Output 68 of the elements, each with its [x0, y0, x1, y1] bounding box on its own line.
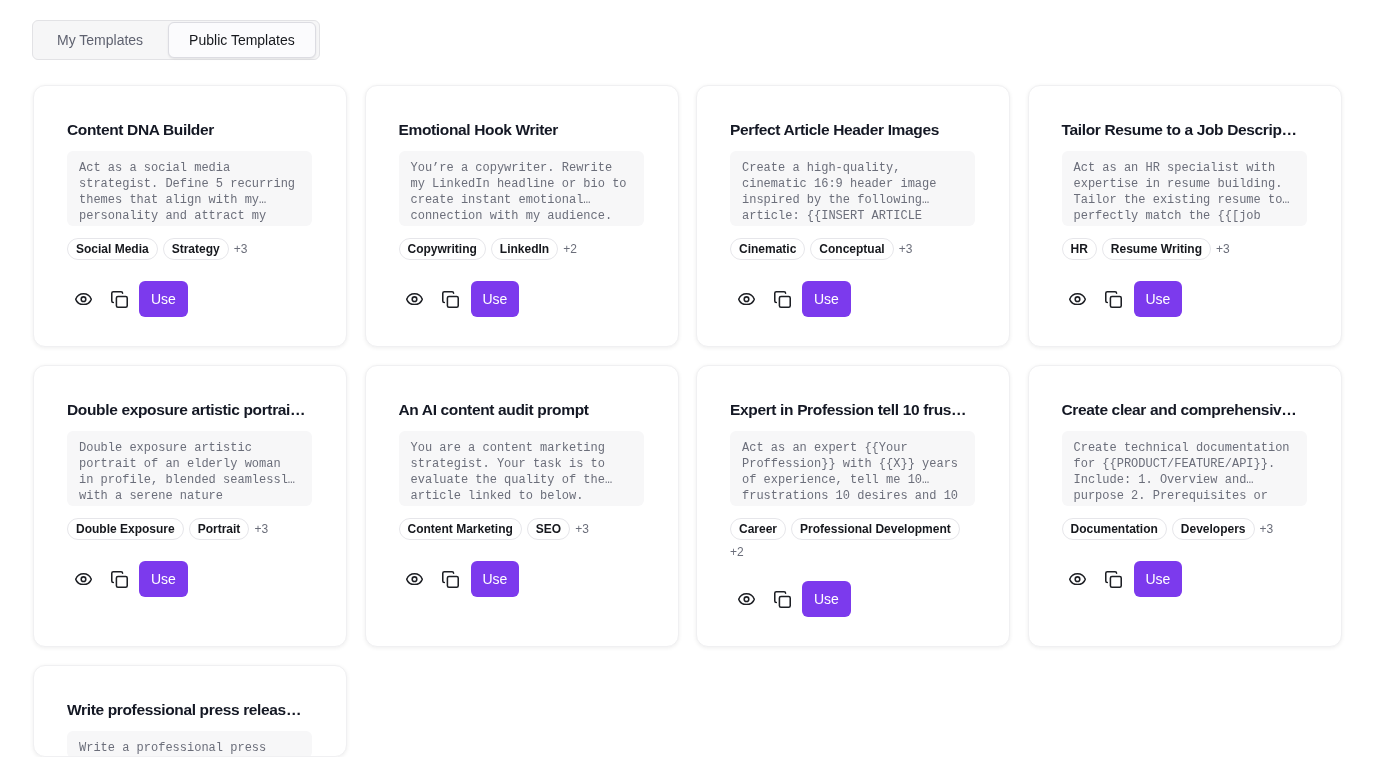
- prompt-preview: Create a high-quality, cinematic 16:9 header image inspired by the following… article: {{INSERT ARTICLE: [730, 151, 975, 226]
- use-button[interactable]: Use: [802, 581, 851, 617]
- card-title: Tailor Resume to a Job Descrip…: [1061, 120, 1297, 140]
- tag-chip: Conceptual: [810, 238, 894, 260]
- use-button[interactable]: Use: [139, 561, 188, 597]
- tag-chip: Resume Writing: [1101, 238, 1211, 260]
- card-title: Create clear and comprehensiv…: [1061, 400, 1297, 420]
- eye-icon: [406, 572, 423, 586]
- tab-button[interactable]: Public Templates: [168, 22, 316, 58]
- prompt-preview: Act as an HR specialist with expertise in resume building. Tailor the existing resume to… perfectly match the {{[job: [1061, 151, 1307, 226]
- tag-chip: Career: [730, 518, 787, 540]
- tag-chip: Developers: [1171, 518, 1255, 540]
- tag-chip: SEO: [526, 518, 571, 540]
- tag-chip: Professional Development: [791, 518, 960, 540]
- use-button[interactable]: Use: [139, 281, 188, 317]
- prompt-preview: Act as an expert {{Your Proffession}} with {{X}} years of experience, tell me 10… frustrations 10 desires and 10: [730, 431, 975, 506]
- prompt-preview: You are a content marketing strategist. Your task is to evaluate the quality of the… article linked to below.: [398, 431, 644, 506]
- tag-chip: Content Marketing: [398, 518, 522, 540]
- eye-icon: [74, 292, 92, 306]
- card-title: Emotional Hook Writer: [398, 120, 558, 140]
- use-button[interactable]: Use: [470, 281, 520, 317]
- more-tags-count: +3: [898, 241, 913, 257]
- eye-icon: [1069, 572, 1086, 586]
- more-tags-count: +3: [233, 241, 248, 257]
- card-title: Perfect Article Header Images: [730, 120, 939, 140]
- card-title: Content DNA Builder: [67, 120, 214, 140]
- eye-icon: [74, 572, 92, 586]
- use-button[interactable]: Use: [470, 561, 520, 597]
- tag-chip: Social Media: [67, 238, 158, 260]
- more-tags-count: +2: [730, 544, 744, 560]
- copy-icon: [773, 290, 791, 308]
- tag-chip: Copywriting: [398, 238, 486, 260]
- eye-icon: [406, 292, 423, 306]
- tag-chip: Strategy: [162, 238, 229, 260]
- copy-icon: [110, 570, 128, 588]
- eye-icon: [737, 292, 755, 306]
- prompt-preview: Write a professional press: [67, 731, 312, 756]
- copy-icon: [442, 290, 459, 308]
- tag-chip: Documentation: [1061, 518, 1167, 540]
- tag-chip: Portrait: [188, 518, 250, 540]
- prompt-preview: Act as a social media strategist. Define 5 recurring themes that align with my… personality and attract my: [67, 151, 312, 226]
- more-tags-count: +3: [575, 521, 589, 537]
- tag-chip: Double Exposure: [67, 518, 184, 540]
- eye-icon: [1069, 292, 1086, 306]
- more-tags-count: +3: [254, 521, 269, 537]
- card-title: An AI content audit prompt: [398, 400, 589, 420]
- copy-icon: [442, 570, 459, 588]
- card-title: Write professional press releas…: [67, 700, 302, 720]
- card-title: Double exposure artistic portrai…: [67, 400, 306, 420]
- more-tags-count: +3: [1215, 241, 1230, 257]
- use-button[interactable]: Use: [802, 281, 851, 317]
- tab-button[interactable]: My Templates: [33, 22, 168, 58]
- use-button[interactable]: Use: [1133, 281, 1183, 317]
- more-tags-count: +2: [563, 241, 577, 257]
- tag-chip: Cinematic: [730, 238, 806, 260]
- copy-icon: [1105, 570, 1122, 588]
- prompt-preview: You’re a copywriter. Rewrite my LinkedIn headline or bio to create instant emotional… connection with my audience.: [398, 151, 644, 226]
- copy-icon: [110, 290, 128, 308]
- tag-chip: HR: [1061, 238, 1097, 260]
- copy-icon: [773, 590, 791, 608]
- prompt-preview: Double exposure artistic portrait of an elderly woman in profile, blended seamlessl… with a serene nature: [67, 431, 312, 506]
- eye-icon: [737, 592, 755, 606]
- more-tags-count: +3: [1259, 521, 1274, 537]
- copy-icon: [1105, 290, 1122, 308]
- prompt-preview: Create technical documentation for {{PRODUCT/FEATURE/API}}. Include: 1. Overview and… purpose 2. Prerequisites or: [1061, 431, 1307, 506]
- tag-chip: LinkedIn: [490, 238, 559, 260]
- card-title: Expert in Profession tell 10 frus…: [730, 400, 967, 420]
- use-button[interactable]: Use: [1133, 561, 1183, 597]
